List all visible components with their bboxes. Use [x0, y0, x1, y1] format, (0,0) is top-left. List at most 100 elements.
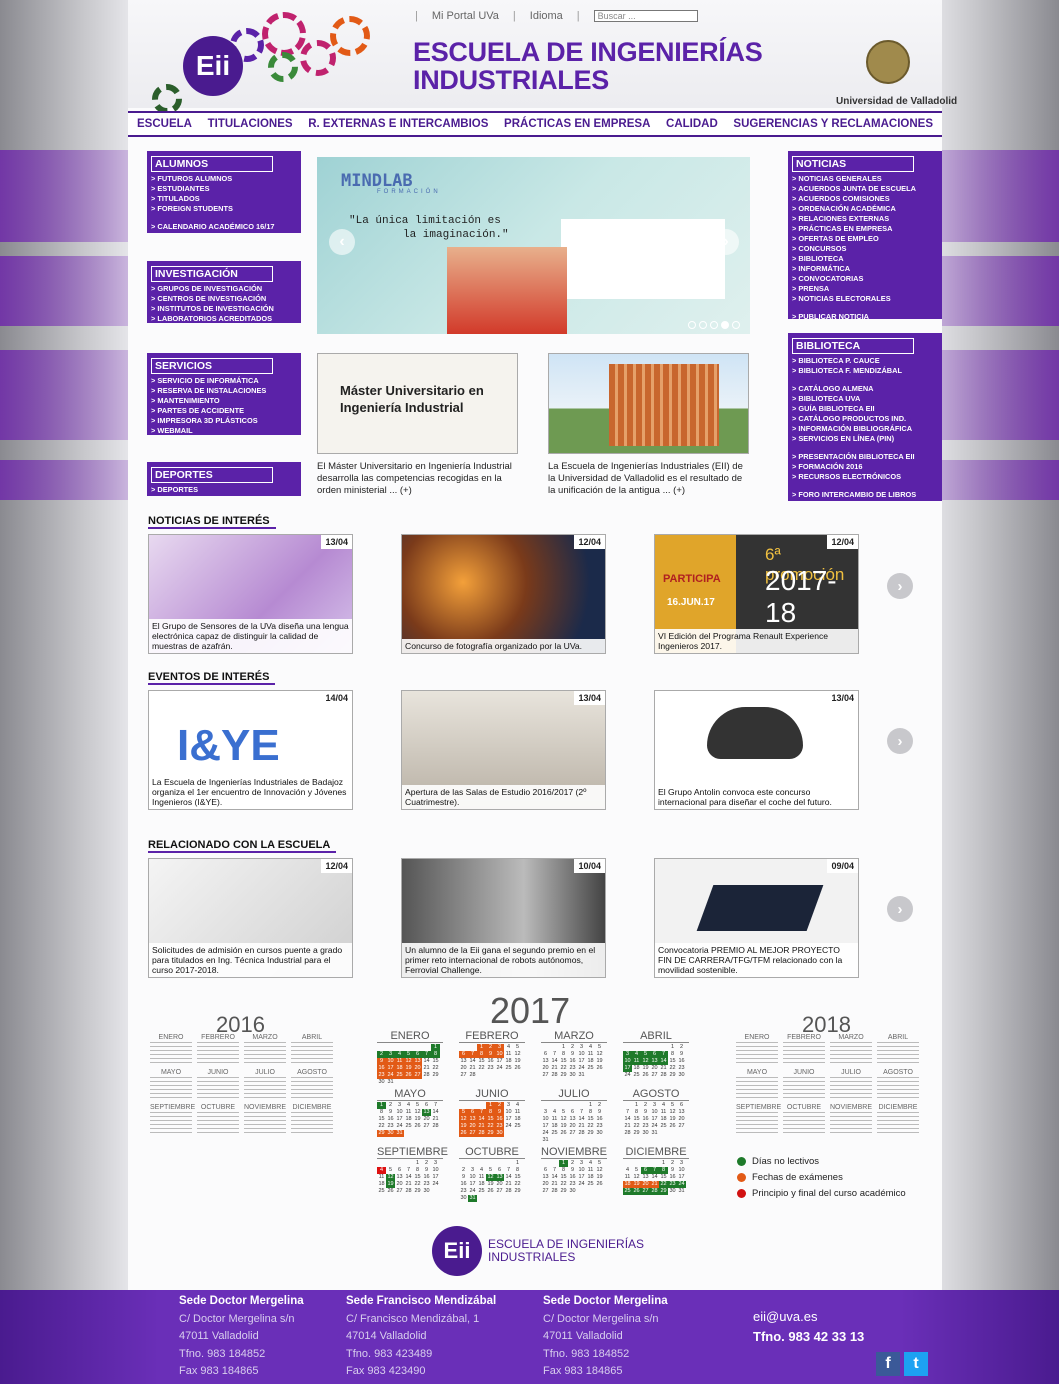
menu-item[interactable]: > INSTITUTOS DE INVESTIGACIÓN	[151, 304, 297, 314]
menu-item[interactable]: > FORMACIÓN 2016	[792, 462, 938, 472]
menu-item[interactable]: > TITULADOS	[151, 194, 297, 204]
menu-item[interactable]: > PRÁCTICAS EN EMPRESA	[792, 224, 938, 234]
mini-month: MAYO	[150, 1069, 192, 1098]
nav-sugerencias[interactable]: SUGERENCIAS Y RECLAMACIONES	[733, 118, 933, 130]
menu-item[interactable]: > NOTICIAS ELECTORALES	[792, 294, 938, 304]
box-title: ALUMNOS	[151, 156, 273, 172]
menu-item[interactable]: > FOREIGN STUDENTS	[151, 204, 297, 214]
calendar-day: 23	[377, 1072, 386, 1079]
menu-item[interactable]: > FORO INTERCAMBIO DE LIBROS	[792, 490, 938, 500]
related-card[interactable]: 10/04 Un alumno de la Eii gana el segund…	[401, 858, 606, 978]
uva-seal-icon[interactable]	[866, 40, 910, 84]
slider-next-button[interactable]: ›	[713, 229, 739, 255]
menu-item[interactable]: > RELACIONES EXTERNAS	[792, 214, 938, 224]
menu-item[interactable]: > CENTROS DE INVESTIGACIÓN	[151, 294, 297, 304]
menu-item[interactable]: > PARTES DE ACCIDENTE	[151, 406, 297, 416]
mini-month-grid	[783, 1041, 825, 1063]
slider-dot[interactable]	[721, 321, 729, 329]
nav-practicas[interactable]: PRÁCTICAS EN EMPRESA	[504, 118, 650, 130]
menu-item[interactable]: > INFORMACIÓN BIBLIOGRÁFICA	[792, 424, 938, 434]
related-card[interactable]: 09/04 Convocatoria PREMIO AL MEJOR PROYE…	[654, 858, 859, 978]
calendar-day: 18	[660, 1116, 667, 1122]
calendar-day: 13	[460, 1058, 467, 1064]
twitter-icon[interactable]: t	[904, 1352, 928, 1376]
nav-escuela[interactable]: ESCUELA	[137, 118, 192, 130]
menu-item[interactable]: > RESERVA DE INSTALACIONES	[151, 386, 297, 396]
menu-item[interactable]: > BIBLIOTECA UVA	[792, 394, 938, 404]
slider-prev-button[interactable]: ‹	[329, 229, 355, 255]
menu-item[interactable]: > CONCURSOS	[792, 244, 938, 254]
mi-portal-link[interactable]: Mi Portal UVa	[432, 10, 499, 22]
news-card[interactable]: 12/04 Concurso de fotografía organizado …	[401, 534, 606, 654]
menu-item[interactable]: > MANTENIMIENTO	[151, 396, 297, 406]
menu-item[interactable]: > CONVOCATORIAS	[792, 274, 938, 284]
search-input[interactable]: Buscar ...	[593, 10, 698, 22]
calendar-grid: 1 2 3 4 5 6 7 8 9 10 11 12 13 14 15 16 17 18 19 20 21 22 23 24 2…	[541, 1044, 607, 1079]
hero-slider[interactable]: MINDLAB FORMACIÓN "La única limitación e…	[317, 157, 750, 334]
card-caption: Concurso de fotografía organizado por la…	[402, 639, 605, 653]
nav-calidad[interactable]: CALIDAD	[666, 118, 718, 130]
menu-item[interactable]: > RECURSOS ELECTRÓNICOS	[792, 472, 938, 482]
event-card[interactable]: 13/04 Apertura de las Salas de Estudio 2…	[401, 690, 606, 810]
next-arrow-icon[interactable]: ›	[887, 896, 913, 922]
menu-item[interactable]: > BIBLIOTECA F. MENDIZÁBAL	[792, 366, 938, 376]
calendar-day: 3	[386, 1051, 395, 1058]
calendar-day: 30	[642, 1130, 649, 1136]
menu-item[interactable]: > INFORMÁTICA	[792, 264, 938, 274]
calendar-day: 24	[651, 1123, 658, 1129]
menu-item[interactable]: > GUÍA BIBLIOTECA EII	[792, 404, 938, 414]
menu-item[interactable]: > GRUPOS DE INVESTIGACIÓN	[151, 284, 297, 294]
menu-item[interactable]: > ESTUDIANTES	[151, 184, 297, 194]
slider-dot[interactable]	[732, 321, 740, 329]
menu-item[interactable]: > CALENDARIO ACADÉMICO 16/17	[151, 222, 297, 232]
slider-dot[interactable]	[699, 321, 707, 329]
news-card[interactable]: 12/04 6ª promoción 2017-18 PARTICIPA 16.…	[654, 534, 859, 654]
calendar-day: 30	[423, 1188, 430, 1194]
event-card[interactable]: 13/04 El Grupo Antolin convoca este conc…	[654, 690, 859, 810]
menu-item[interactable]: > CATÁLOGO PRODUCTOS IND.	[792, 414, 938, 424]
menu-item[interactable]: > IMPRESORA 3D PLÁSTICOS	[151, 416, 297, 426]
master-image[interactable]: Máster Universitario en Ingeniería Indus…	[317, 353, 518, 454]
servicios-box: SERVICIOS > SERVICIO DE INFORMÁTICA > RE…	[147, 353, 301, 435]
footer-logo[interactable]: Eii ESCUELA DE INGENIERÍAS INDUSTRIALES	[432, 1226, 644, 1276]
menu-item[interactable]: > PRENSA	[792, 284, 938, 294]
site-title[interactable]: ESCUELA DE INGENIERÍAS INDUSTRIALES	[413, 38, 763, 94]
menu-item[interactable]: > OFERTAS DE EMPLEO	[792, 234, 938, 244]
next-arrow-icon[interactable]: ›	[887, 728, 913, 754]
calendar-legend: Días no lectivos Fechas de exámenes Prin…	[737, 1156, 906, 1204]
nav-titulaciones[interactable]: TITULACIONES	[208, 118, 293, 130]
news-card[interactable]: 13/04 El Grupo de Sensores de la UVa dis…	[148, 534, 353, 654]
menu-item[interactable]: > BIBLIOTECA P. CAUCE	[792, 356, 938, 366]
menu-item[interactable]: > SERVICIO DE INFORMÁTICA	[151, 376, 297, 386]
nav-relaciones-externas[interactable]: R. EXTERNAS E INTERCAMBIOS	[308, 118, 488, 130]
related-card[interactable]: 12/04 Solicitudes de admisión en cursos …	[148, 858, 353, 978]
calendar-day: 7	[468, 1051, 477, 1058]
card-caption: Un alumno de la Eii gana el segundo prem…	[402, 943, 605, 977]
menu-item[interactable]: > FUTUROS ALUMNOS	[151, 174, 297, 184]
menu-item[interactable]: > WEBMAIL	[151, 426, 297, 436]
facebook-icon[interactable]: f	[876, 1352, 900, 1376]
menu-item[interactable]: > ACUERDOS JUNTA DE ESCUELA	[792, 184, 938, 194]
feature-text-master[interactable]: El Máster Universitario en Ingeniería In…	[317, 461, 520, 497]
slider-dot[interactable]	[710, 321, 718, 329]
contact-email[interactable]: eii@uva.es	[753, 1307, 864, 1327]
menu-item[interactable]: > BIBLIOTECA	[792, 254, 938, 264]
event-card[interactable]: 14/04 I&YE La Escuela de Ingenierías Ind…	[148, 690, 353, 810]
menu-item[interactable]: > ORDENACIÓN ACADÉMICA	[792, 204, 938, 214]
menu-item[interactable]: > SERVICIOS EN LÍNEA (PIN)	[792, 434, 938, 444]
menu-item[interactable]: > LABORATORIOS ACREDITADOS	[151, 314, 297, 324]
eii-logo[interactable]: Eii	[183, 36, 243, 96]
menu-item[interactable]: > CATÁLOGO ALMENA	[792, 384, 938, 394]
calendar-day: 23	[423, 1181, 430, 1187]
menu-item[interactable]: > PRESENTACIÓN BIBLIOTECA EII	[792, 452, 938, 462]
slider-dot[interactable]	[688, 321, 696, 329]
idioma-link[interactable]: Idioma	[530, 10, 563, 22]
calendar-day: 5	[404, 1051, 413, 1058]
next-arrow-icon[interactable]: ›	[887, 573, 913, 599]
menu-item[interactable]: > PUBLICAR NOTICIA	[792, 312, 938, 322]
eii-building-image[interactable]	[548, 353, 749, 454]
menu-item[interactable]: > DEPORTES	[151, 485, 297, 495]
menu-item[interactable]: > NOTICIAS GENERALES	[792, 174, 938, 184]
menu-item[interactable]: > ACUERDOS COMISIONES	[792, 194, 938, 204]
feature-text-eii[interactable]: La Escuela de Ingenierías Industriales (…	[548, 461, 751, 497]
